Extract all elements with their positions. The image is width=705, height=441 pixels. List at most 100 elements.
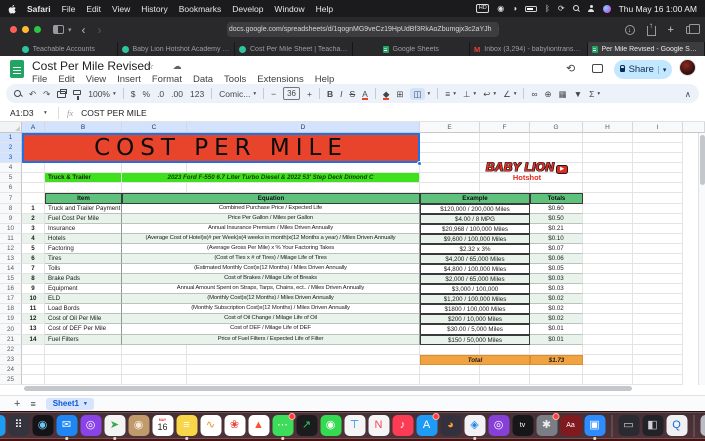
item-number-cell[interactable]: 10	[22, 294, 45, 304]
cell[interactable]	[480, 345, 530, 355]
format-percent-button[interactable]: %	[143, 89, 151, 99]
cell[interactable]	[633, 274, 683, 284]
wave-app-icon[interactable]: ∿	[200, 415, 221, 436]
comments-icon[interactable]	[592, 64, 603, 73]
row-header-10[interactable]: 10	[0, 224, 22, 234]
decrease-font-size-button[interactable]: −	[271, 89, 276, 99]
total-cell[interactable]: $0.02	[530, 314, 583, 324]
cell[interactable]	[583, 375, 633, 385]
font-select[interactable]: Comic...	[219, 89, 250, 99]
row-header-7[interactable]: 7	[0, 193, 22, 203]
total-cell[interactable]: $0.03	[530, 284, 583, 294]
item-number-cell[interactable]: 1	[22, 204, 45, 214]
safari-icon[interactable]: ◈	[464, 415, 485, 436]
cell[interactable]	[583, 214, 633, 224]
equation-cell[interactable]: (Average Gross Per Mile) x % Your Factor…	[122, 244, 420, 254]
cell[interactable]	[420, 133, 480, 143]
document-title[interactable]: Cost Per Mile Revised	[32, 59, 151, 73]
menubar-item-help[interactable]: Help	[316, 4, 333, 14]
cell[interactable]	[633, 234, 683, 244]
tab-group-caret-icon[interactable]: ▾	[68, 26, 72, 34]
app-store-icon[interactable]: A	[416, 415, 437, 436]
cell[interactable]	[583, 254, 633, 264]
row-header-1[interactable]: 1	[0, 133, 22, 143]
cell[interactable]	[583, 224, 633, 234]
equation-cell[interactable]: (Cost of Ties x # of Tires) / Milage Lif…	[122, 254, 420, 264]
equation-cell[interactable]: Price of Fuel Filters / Expected Life of…	[122, 335, 420, 345]
example-cell[interactable]: $2,000 / 65,000 Miles	[420, 274, 530, 284]
row-header-14[interactable]: 14	[0, 264, 22, 274]
cell[interactable]	[420, 345, 480, 355]
equation-cell[interactable]: Cost of DEF / Milage Life of DEF	[122, 324, 420, 334]
item-name-cell[interactable]: Cost of Oil Per Mile	[45, 314, 122, 324]
cell[interactable]	[420, 163, 480, 173]
apple-menu-icon[interactable]	[8, 4, 17, 13]
sheet-tab-caret-icon[interactable]: ▾	[84, 401, 87, 407]
redo-icon[interactable]: ↷	[43, 89, 50, 99]
sync-icon[interactable]: ⟳	[558, 5, 565, 13]
cell[interactable]	[583, 335, 633, 345]
insert-comment-button[interactable]: ⊕	[545, 89, 552, 99]
item-number-cell[interactable]: 14	[22, 335, 45, 345]
cell[interactable]	[633, 143, 683, 153]
total-cell[interactable]: $0.02	[530, 304, 583, 314]
safari-tab[interactable]: Per Mile Revised - Google Sheets	[588, 42, 705, 56]
increase-font-size-button[interactable]: +	[307, 89, 312, 99]
news-icon[interactable]: N	[368, 415, 389, 436]
sheet-tab-active[interactable]: Sheet1 ▾	[46, 398, 94, 410]
all-sheets-button[interactable]: ≡	[30, 399, 35, 409]
cell[interactable]	[583, 324, 633, 334]
dictionary-icon[interactable]: Aa	[560, 415, 581, 436]
display-toggle-icon[interactable]: ◑	[512, 5, 517, 13]
cell[interactable]	[22, 375, 45, 385]
safari-tab[interactable]: Cost Per Mile Sheet | Teachable	[235, 42, 353, 56]
total-cell[interactable]: $0.01	[530, 324, 583, 334]
equation-cell[interactable]: (Monthly Subscription Cost)x(12 Months) …	[122, 304, 420, 314]
cell[interactable]	[45, 375, 122, 385]
row-header-24[interactable]: 24	[0, 365, 22, 375]
row-header-9[interactable]: 9	[0, 214, 22, 224]
screen-record-badge-icon[interactable]: HD	[476, 4, 489, 13]
cell[interactable]	[633, 304, 683, 314]
total-cell[interactable]: $0.10	[530, 234, 583, 244]
cell[interactable]	[583, 274, 633, 284]
cell[interactable]	[633, 214, 683, 224]
example-cell[interactable]: $9,600 / 100,000 Miles	[420, 234, 530, 244]
menubar-clock[interactable]: Thu May 16 1:00 AM	[619, 4, 697, 14]
item-number-cell[interactable]: 13	[22, 324, 45, 334]
downloads-icon[interactable]: ↓	[625, 25, 635, 35]
item-number-cell[interactable]: 8	[22, 274, 45, 284]
star-and-move-icons[interactable]: ☆ ☁	[146, 61, 190, 72]
photos-icon[interactable]: ❀	[224, 415, 245, 436]
cell[interactable]	[480, 133, 530, 143]
cell[interactable]	[583, 284, 633, 294]
formula-input[interactable]: COST PER MILE	[81, 108, 147, 118]
cell[interactable]	[420, 143, 480, 153]
grand-total-label-cell[interactable]: Total	[420, 355, 530, 365]
facetime-icon[interactable]: ◉	[320, 415, 341, 436]
zoom-select[interactable]: 100%	[88, 89, 110, 99]
example-cell[interactable]: $2.32 x 3%	[420, 244, 530, 254]
equation-cell[interactable]: (Estimated Monthly Cost)x(12 Months) / M…	[122, 264, 420, 274]
menubar-item-edit[interactable]: Edit	[86, 4, 101, 14]
italic-button[interactable]: I	[340, 89, 342, 99]
cell[interactable]	[420, 365, 480, 375]
cell[interactable]	[633, 365, 683, 375]
item-number-cell[interactable]: 3	[22, 224, 45, 234]
truck-trailer-label-cell[interactable]: Truck & Trailer	[45, 173, 122, 183]
battery-icon[interactable]	[525, 6, 537, 12]
siri-icon[interactable]: ◉	[32, 415, 53, 436]
new-tab-button[interactable]: +	[668, 24, 674, 36]
cell[interactable]	[480, 183, 530, 193]
insert-link-button[interactable]: ∞	[531, 89, 537, 99]
cell[interactable]	[633, 324, 683, 334]
tab-overview-icon[interactable]	[686, 26, 695, 34]
merge-cells-button[interactable]: ◫	[410, 88, 424, 100]
vertical-scrollbar[interactable]	[698, 133, 705, 385]
item-number-cell[interactable]: 6	[22, 254, 45, 264]
column-header-H[interactable]: H	[583, 122, 633, 133]
text-wrap-button[interactable]: ↩	[483, 89, 490, 99]
keynote-icon[interactable]: ⊤	[344, 415, 365, 436]
item-name-cell[interactable]: Tires	[45, 254, 122, 264]
cell[interactable]	[45, 355, 122, 365]
